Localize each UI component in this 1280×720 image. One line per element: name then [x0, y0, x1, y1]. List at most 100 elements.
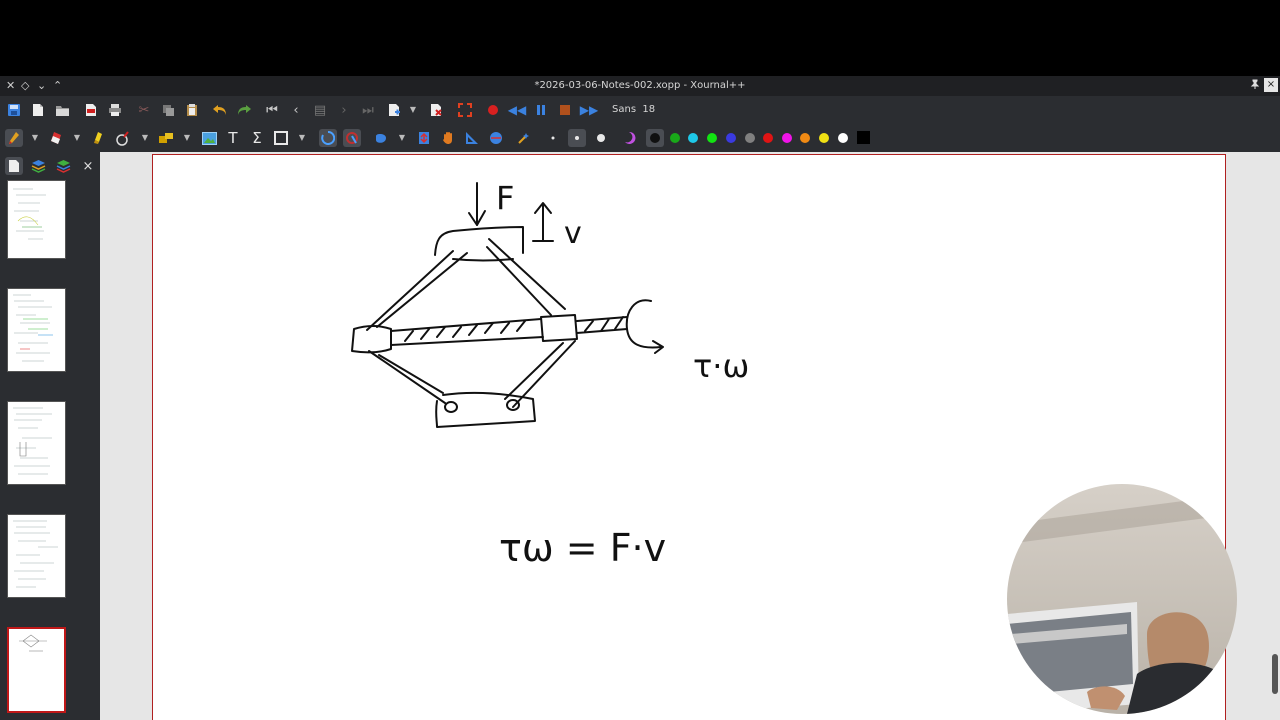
- pin-icon[interactable]: [1250, 79, 1260, 92]
- screw-extension: [576, 316, 628, 334]
- page-preview-tab-icon[interactable]: [5, 157, 23, 175]
- shapes-options-caret-icon[interactable]: ▼: [183, 132, 191, 144]
- default-tool-icon[interactable]: [515, 129, 533, 147]
- color-swatch-cyan[interactable]: [688, 133, 698, 143]
- font-selector[interactable]: Sans 18: [612, 103, 655, 117]
- main-toolbar: ✂ ⏮ ‹ ▤ › ⏭ ▼ ◀◀ ▶▶ Sans 18: [0, 96, 1280, 124]
- top-platform-bottom: [452, 258, 514, 262]
- page-thumbnail-1[interactable]: [7, 180, 66, 259]
- sidebar-close-icon[interactable]: ×: [79, 157, 97, 175]
- color-swatch-black[interactable]: [650, 133, 660, 143]
- page-thumbnail-sidebar: [0, 180, 100, 720]
- color-swatch-custom-black[interactable]: [857, 131, 870, 144]
- undo-icon[interactable]: [211, 101, 229, 119]
- paste-icon[interactable]: [183, 101, 201, 119]
- save-icon[interactable]: [5, 101, 23, 119]
- insert-page-caret-icon[interactable]: ▼: [409, 104, 417, 116]
- bottom-left-pivot: [444, 401, 458, 413]
- lower-right-arm-edge-2: [504, 342, 564, 400]
- color-swatch-orange[interactable]: [800, 133, 810, 143]
- copy-icon[interactable]: [159, 101, 177, 119]
- latex-tool-icon[interactable]: Σ: [248, 129, 266, 147]
- pen-tool-icon[interactable]: [5, 129, 23, 147]
- label-velocity: v: [564, 216, 582, 251]
- color-swatch-gray[interactable]: [745, 133, 755, 143]
- fullscreen-icon[interactable]: [456, 101, 474, 119]
- color-picker-icon[interactable]: [620, 129, 638, 147]
- open-folder-icon[interactable]: [53, 101, 71, 119]
- color-swatch-red[interactable]: [763, 133, 773, 143]
- last-page-icon[interactable]: ⏭: [359, 101, 377, 119]
- fill-options-caret-icon[interactable]: ▼: [398, 132, 406, 144]
- webcam-overlay: [1007, 484, 1237, 714]
- size-fine-icon[interactable]: [544, 129, 562, 147]
- bottom-right-pivot: [506, 399, 520, 411]
- rectangle-options-caret-icon[interactable]: ▼: [298, 132, 306, 144]
- sidebar-header: ×: [0, 152, 100, 180]
- eraser-options-caret-icon[interactable]: ▼: [73, 132, 81, 144]
- pen-options-caret-icon[interactable]: ▼: [31, 132, 39, 144]
- color-swatch-yellow[interactable]: [819, 133, 829, 143]
- size-medium-icon[interactable]: [568, 129, 586, 147]
- color-swatch-magenta[interactable]: [782, 133, 792, 143]
- rewind-icon[interactable]: ◀◀: [508, 101, 526, 119]
- insert-page-icon[interactable]: [385, 101, 403, 119]
- select-region-icon[interactable]: [319, 129, 337, 147]
- print-icon[interactable]: [106, 101, 124, 119]
- size-thick-icon[interactable]: [592, 129, 610, 147]
- stop-icon[interactable]: [556, 101, 574, 119]
- upper-right-arm-edge-2: [486, 246, 552, 316]
- window-titlebar: ✕ ◇ ⌄ ⌃ *2026-03-06-Notes-002.xopp - Xou…: [0, 76, 1280, 96]
- laser-options-caret-icon[interactable]: ▼: [141, 132, 149, 144]
- setsquare-icon[interactable]: [463, 129, 481, 147]
- right-block: [540, 314, 578, 342]
- goto-page-icon[interactable]: ▤: [311, 101, 329, 119]
- page-thumbnail-2[interactable]: [7, 288, 66, 372]
- hand-tool-icon[interactable]: [439, 129, 457, 147]
- laser-pointer-icon[interactable]: [113, 129, 131, 147]
- page-thumbnail-3[interactable]: [7, 401, 66, 485]
- shapes-tool-icon[interactable]: [157, 129, 175, 147]
- export-pdf-icon[interactable]: [82, 101, 100, 119]
- first-page-icon[interactable]: ⏮: [263, 101, 281, 119]
- delete-page-icon[interactable]: [427, 101, 445, 119]
- color-swatch-white[interactable]: [838, 133, 848, 143]
- select-object-icon[interactable]: [343, 129, 361, 147]
- page-thumbnail-5[interactable]: [7, 627, 66, 713]
- letterbox-top: [0, 0, 1280, 76]
- label-force: F: [496, 179, 514, 217]
- left-block: [351, 325, 392, 354]
- eraser-tool-icon[interactable]: [47, 129, 65, 147]
- previous-page-icon[interactable]: ‹: [287, 101, 305, 119]
- record-icon[interactable]: [484, 101, 502, 119]
- pause-icon[interactable]: [532, 101, 550, 119]
- layer-preview-tab-icon[interactable]: [54, 157, 72, 175]
- compass-icon[interactable]: [487, 129, 505, 147]
- color-swatch-blue[interactable]: [726, 133, 736, 143]
- upper-left-arm-edge: [366, 250, 454, 331]
- redo-icon[interactable]: [235, 101, 253, 119]
- window-close-button[interactable]: ×: [1264, 78, 1278, 92]
- label-torque-omega: τ·ω: [693, 347, 749, 385]
- color-swatch-green[interactable]: [670, 133, 680, 143]
- upper-right-arm-edge: [488, 238, 566, 310]
- color-swatch-lime[interactable]: [707, 133, 717, 143]
- vertical-scrollbar[interactable]: [1272, 654, 1278, 694]
- rotation-arrow: [625, 299, 664, 354]
- vertical-space-icon[interactable]: [415, 129, 433, 147]
- layers-tab-icon[interactable]: [29, 157, 47, 175]
- page-thumbnail-4[interactable]: [7, 514, 66, 598]
- font-name: Sans: [612, 104, 637, 115]
- image-tool-icon[interactable]: [200, 129, 218, 147]
- screw-bottom-edge: [390, 336, 544, 346]
- fill-shape-icon[interactable]: [372, 129, 390, 147]
- fast-forward-icon[interactable]: ▶▶: [580, 101, 598, 119]
- cut-icon[interactable]: ✂: [135, 101, 153, 119]
- rectangle-tool-icon[interactable]: [272, 129, 290, 147]
- window-title: *2026-03-06-Notes-002.xopp - Xournal++: [534, 80, 746, 91]
- lower-left-arm-edge: [368, 350, 446, 404]
- highlighter-tool-icon[interactable]: [89, 129, 107, 147]
- text-tool-icon[interactable]: T: [224, 129, 242, 147]
- next-page-icon[interactable]: ›: [335, 101, 353, 119]
- new-document-icon[interactable]: [29, 101, 47, 119]
